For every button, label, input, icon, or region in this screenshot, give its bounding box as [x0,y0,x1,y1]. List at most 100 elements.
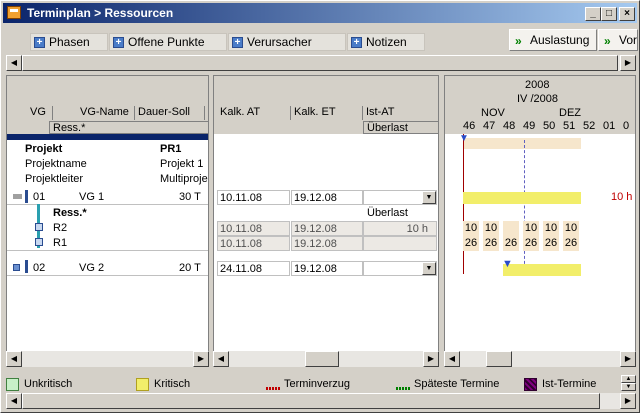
collapse-icon[interactable] [13,194,22,199]
col-vg[interactable]: VG [27,106,53,120]
load-cell: 26 [503,236,519,251]
milestone-icon: ▼ [502,258,513,270]
scroll-right-icon[interactable]: ▶ [620,55,636,71]
week-label: 01 [603,120,616,132]
scroll-thumb[interactable] [22,55,618,71]
left-scrollbar[interactable]: ◀ ▶ [6,351,209,367]
legend-scroll-up-icon[interactable]: ▲ [621,375,636,383]
vg1-bar[interactable] [463,192,581,204]
scroll-left-icon[interactable]: ◀ [6,351,22,367]
row1-kalk-et[interactable]: 19.12.08 [291,190,363,205]
load-cell: 26 [563,236,579,251]
row1-vg: 01 [33,191,46,203]
plus-icon: + [351,37,362,48]
r2-kalk-at: 10.11.08 [217,221,290,236]
middle-pane: Kalk. AT Kalk. ET Ist-AT Überlast 10.11.… [213,75,439,353]
projektleiter-value: Multiproje [160,173,208,185]
scroll-thumb[interactable] [486,351,512,367]
row2-vg: 02 [33,262,46,274]
ueberlast-label: Überlast [367,207,408,219]
scroll-left-icon[interactable]: ◀ [6,393,22,409]
projektname-label: Projektname [25,158,87,170]
r1-load [363,236,437,251]
legend-kritisch: Kritisch [154,378,191,390]
scroll-left-icon[interactable]: ◀ [213,351,229,367]
minimize-button[interactable]: _ [585,7,601,21]
load-cell: 10 [523,221,539,236]
sub-ress: Ress.* [49,121,208,134]
notizen-button[interactable]: + Notizen [347,33,425,51]
close-button[interactable]: × [619,7,635,21]
row2-dropdown-icon[interactable]: ▼ [422,262,436,275]
row2-kalk-at[interactable]: 24.11.08 [217,261,290,276]
resource-icon [35,223,43,231]
bottom-scrollbar[interactable]: ◀ ▶ [6,393,636,409]
col-vg-name[interactable]: VG-Name [77,106,135,120]
projekt-label: Projekt [25,143,63,155]
week-label: 50 [543,120,556,132]
col-dauer-soll[interactable]: Dauer-Soll [135,106,205,120]
scroll-left-icon[interactable]: ◀ [444,351,460,367]
vor-button[interactable]: » Vor [598,29,638,51]
offene-punkte-button[interactable]: + Offene Punkte [109,33,227,51]
title-bar[interactable]: Terminplan > Ressourcen _ □ × [3,3,637,23]
gantt-quarter: IV /2008 [517,93,558,105]
gantt-scrollbar[interactable]: ◀ ▶ [444,351,636,367]
week-label: 0 [623,120,630,132]
auslastung-button[interactable]: » Auslastung [509,29,597,51]
selection-bar [7,134,208,140]
middle-scrollbar[interactable]: ◀ ▶ [213,351,439,367]
row2-name: VG 2 [79,262,105,274]
col-ist-at[interactable]: Ist-AT [363,106,438,120]
week-label: 51 [563,120,576,132]
legend-scroll-down-icon[interactable]: ▼ [621,383,636,391]
col-extra[interactable]: I [205,106,208,120]
status-line [524,140,525,274]
app-icon [7,6,21,19]
notizen-label: Notizen [366,35,407,49]
gantt-month-nov: NOV [481,107,505,119]
row1-dropdown-icon[interactable]: ▼ [422,191,436,204]
left-pane: VG VG-Name Dauer-Soll I Ress.* Projekt P… [6,75,209,353]
col-kalk-et[interactable]: Kalk. ET [291,106,363,120]
scroll-right-icon[interactable]: ▶ [620,393,636,409]
toolbar-scrollbar[interactable]: ◀ ▶ [6,55,636,71]
col-kalk-at[interactable]: Kalk. AT [217,106,291,120]
load-cell [503,221,519,236]
vg2-bar[interactable] [503,264,581,276]
verursacher-label: Verursacher [247,35,312,49]
load-label: 10 h [611,191,633,203]
projekt-value: PR1 [160,143,182,155]
week-label: 48 [503,120,516,132]
offene-punkte-label: Offene Punkte [128,35,205,49]
project-bar [463,138,581,149]
main-window: Terminplan > Ressourcen _ □ × + Phasen + O… [0,0,640,413]
scroll-thumb[interactable] [22,393,600,409]
task-expand-icon[interactable] [13,264,20,271]
scroll-left-icon[interactable]: ◀ [6,55,22,71]
legend-swatch-terminverzug [266,387,280,390]
load-cell: 26 [543,236,559,251]
task-marker-icon [25,260,28,273]
res-r2[interactable]: R2 [53,222,67,234]
plus-icon: + [113,37,124,48]
row2-kalk-et[interactable]: 19.12.08 [291,261,363,276]
row1-kalk-at[interactable]: 10.11.08 [217,190,290,205]
verursacher-button[interactable]: + Verursacher [228,33,346,51]
arrow-right-icon: » [604,34,611,48]
legend-terminverzug: Terminverzug [284,378,351,390]
scroll-right-icon[interactable]: ▶ [423,351,439,367]
plus-icon: + [232,37,243,48]
phasen-button[interactable]: + Phasen [30,33,108,51]
legend-swatch-kritisch [136,378,149,391]
scroll-thumb[interactable] [305,351,339,367]
load-cell: 10 [483,221,499,236]
plus-icon: + [34,37,45,48]
res-r1[interactable]: R1 [53,237,67,249]
maximize-button[interactable]: □ [601,7,617,21]
week-label: 49 [523,120,536,132]
legend-spaeteste: Späteste Termine [414,378,500,390]
scroll-right-icon[interactable]: ▶ [193,351,209,367]
scroll-right-icon[interactable]: ▶ [620,351,636,367]
load-cell: 10 [543,221,559,236]
